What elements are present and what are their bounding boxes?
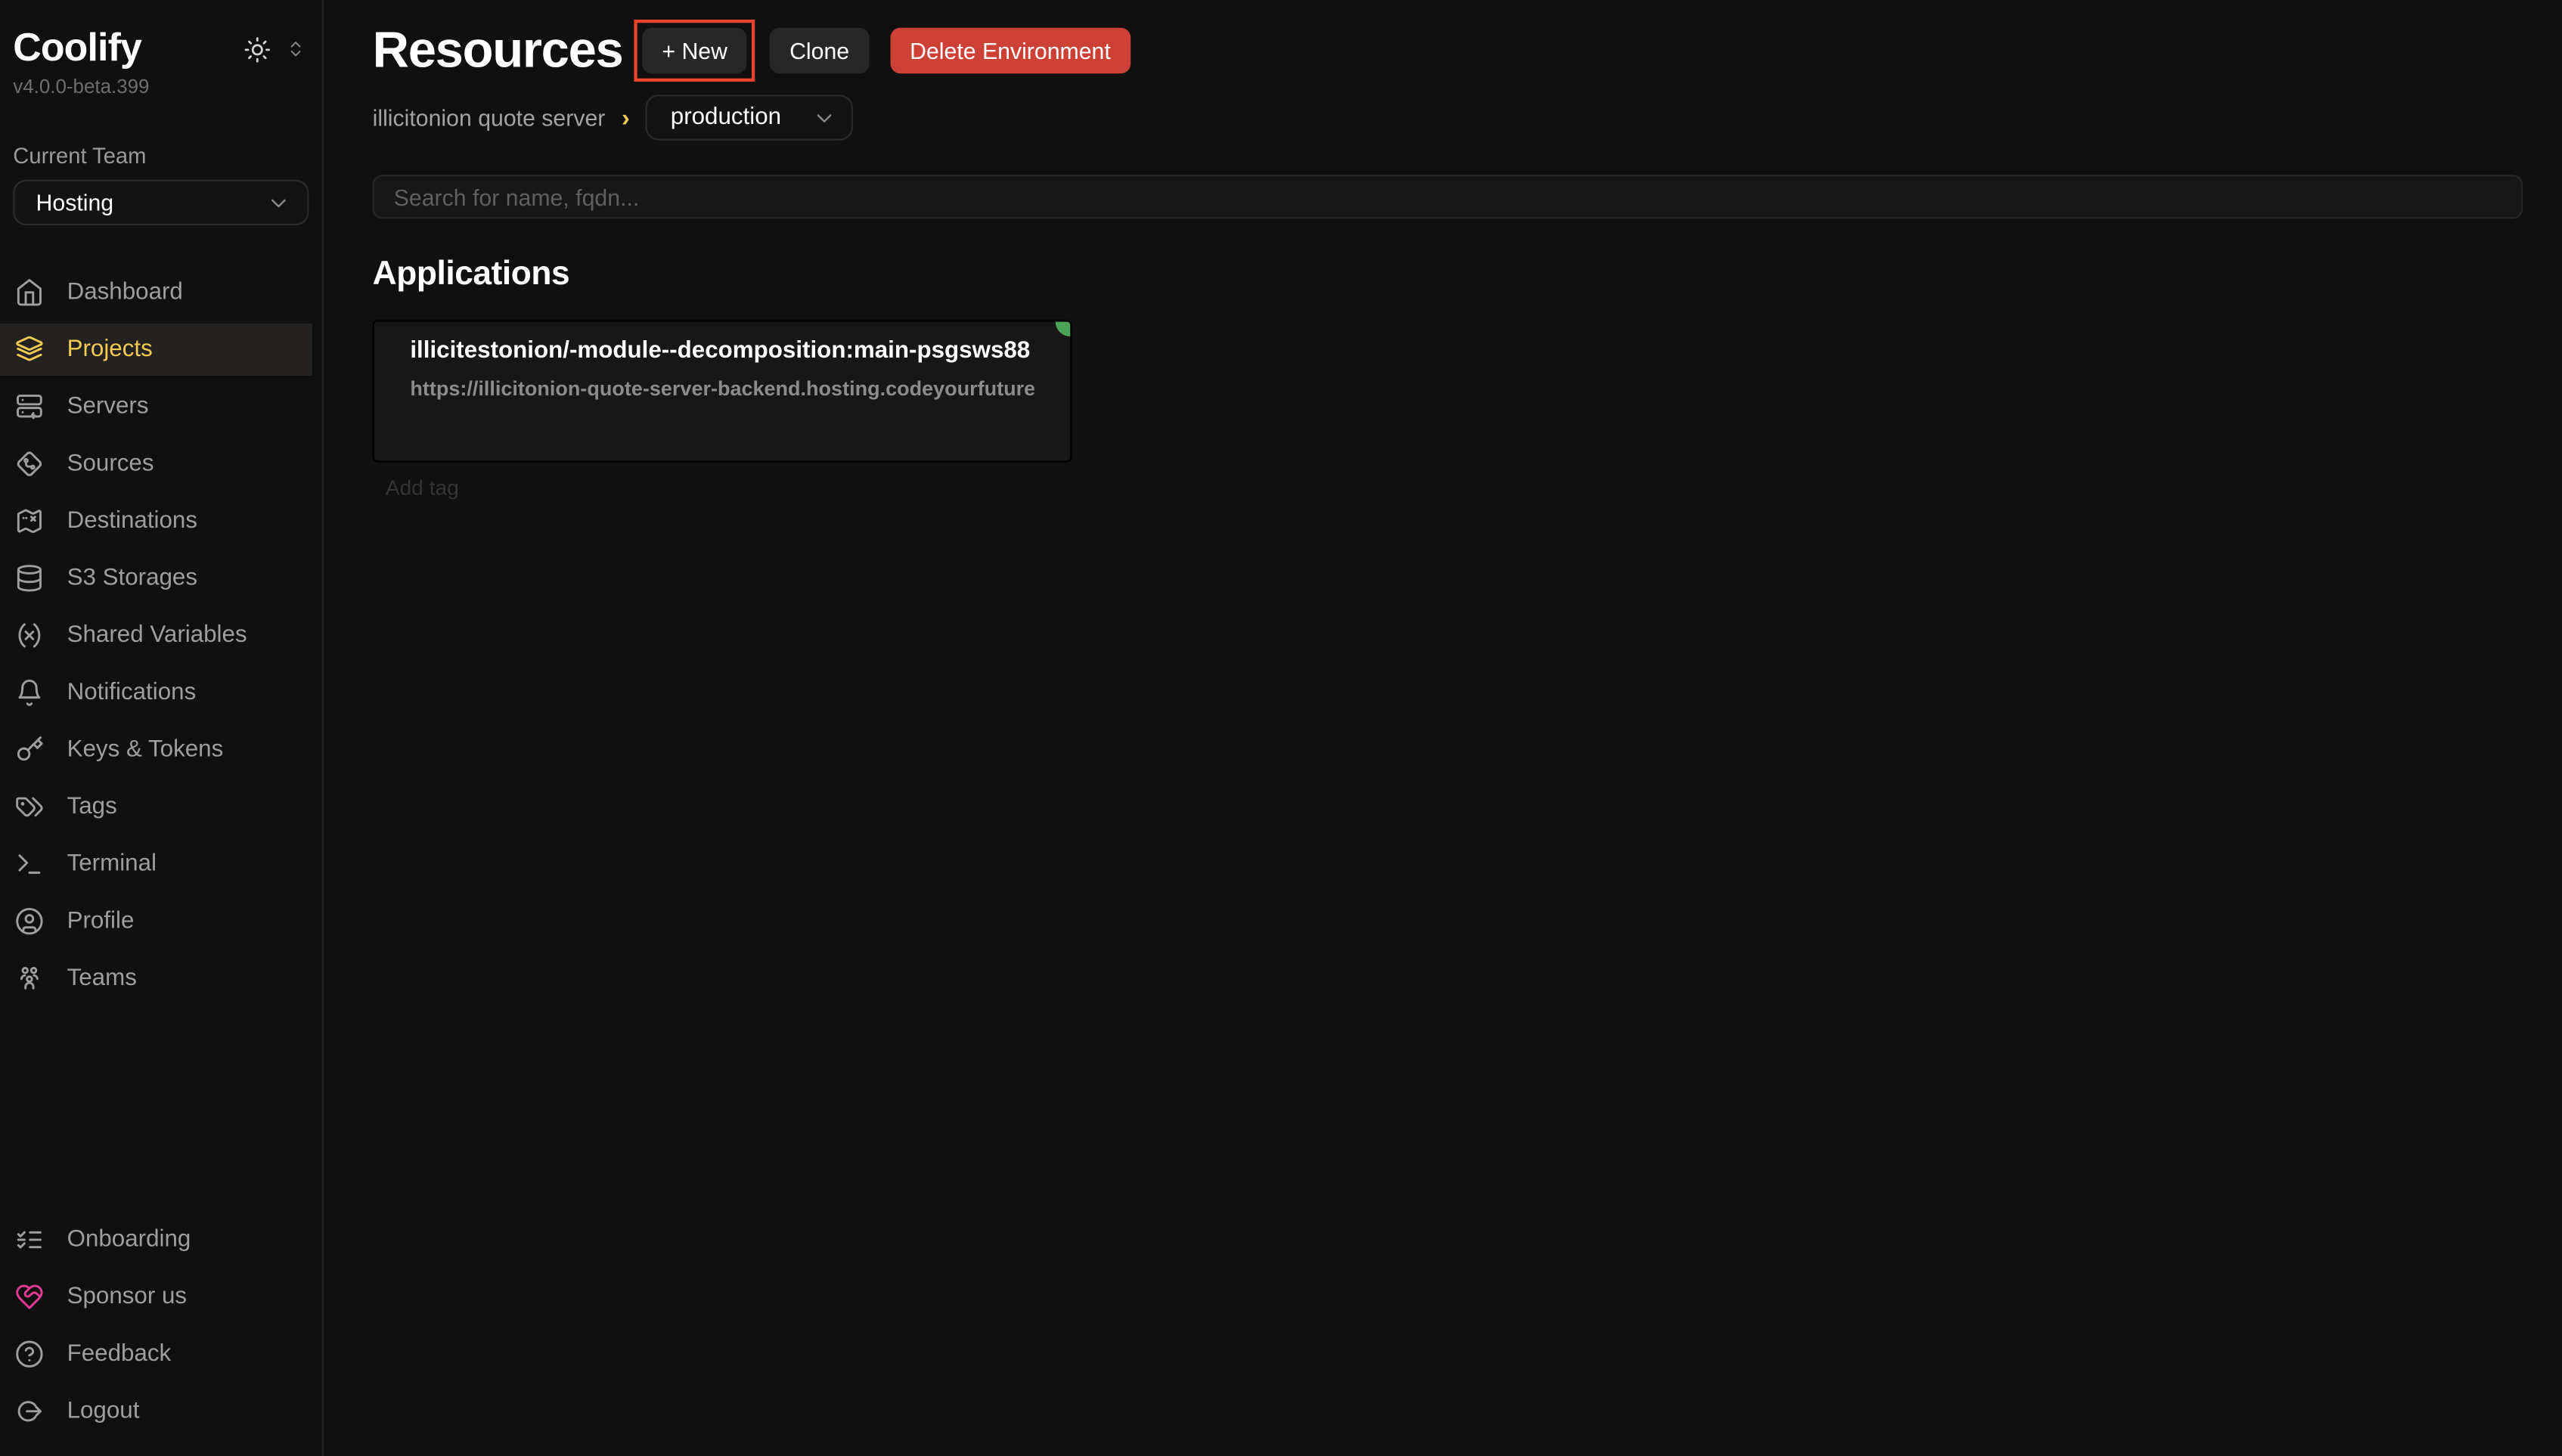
- sidebar-item-shared-variables[interactable]: Shared Variables: [0, 609, 312, 661]
- coolify-app: Coolify v4.0.0-beta.399 Current Team Hos…: [0, 0, 2562, 1456]
- sidebar-item-logout[interactable]: Logout: [0, 1384, 312, 1436]
- sidebar-item-destinations[interactable]: Destinations: [0, 495, 312, 547]
- app-version: v4.0.0-beta.399: [13, 75, 321, 98]
- sidebar-nav: Dashboard Projects Servers Sources Desti…: [0, 266, 322, 1005]
- sidebar-item-feedback[interactable]: Feedback: [0, 1327, 312, 1380]
- add-tag-button[interactable]: Add tag: [386, 476, 459, 500]
- breadcrumb: illicitonion quote server › production: [373, 93, 2523, 142]
- application-card[interactable]: illicitestonion/-module--decomposition:m…: [373, 320, 1072, 462]
- tag-icon: [14, 792, 44, 822]
- user-circle-icon: [14, 906, 44, 936]
- delete-environment-button[interactable]: Delete Environment: [890, 28, 1131, 73]
- sidebar-item-projects[interactable]: Projects: [0, 324, 312, 376]
- search-row: [373, 175, 2523, 218]
- page-title: Resources: [373, 21, 623, 80]
- clone-button[interactable]: Clone: [770, 28, 869, 73]
- users-icon: [14, 964, 44, 993]
- database-icon: [14, 563, 44, 593]
- checklist-icon: [14, 1224, 44, 1253]
- page-header: Resources + New Clone Delete Environment: [373, 17, 2523, 85]
- app-logo-text: Coolify: [13, 29, 141, 69]
- variable-icon: [14, 621, 44, 650]
- new-button[interactable]: + New: [642, 28, 746, 73]
- sidebar-item-sources[interactable]: Sources: [0, 438, 312, 490]
- sidebar-item-sponsor-us[interactable]: Sponsor us: [0, 1270, 312, 1322]
- sidebar-item-onboarding[interactable]: Onboarding: [0, 1213, 312, 1265]
- sidebar-item-s3-storages[interactable]: S3 Storages: [0, 552, 312, 604]
- chevron-down-icon: [266, 191, 290, 215]
- applications-heading: Applications: [373, 255, 2523, 294]
- layers-icon: [14, 335, 44, 364]
- main-content: Resources + New Clone Delete Environment…: [324, 0, 2562, 1456]
- heart-hands-icon: [14, 1281, 44, 1311]
- click-target-highlight: + New: [634, 20, 755, 82]
- sidebar-item-keys-tokens[interactable]: Keys & Tokens: [0, 723, 312, 776]
- search-input[interactable]: [373, 175, 2523, 218]
- bell-icon: [14, 678, 44, 708]
- sidebar-item-servers[interactable]: Servers: [0, 380, 312, 432]
- sidebar-item-profile[interactable]: Profile: [0, 895, 312, 947]
- server-icon: [14, 392, 44, 422]
- logout-icon: [14, 1396, 44, 1425]
- chevrons-up-down-icon[interactable]: [286, 39, 306, 59]
- sidebar-footer: Onboarding Sponsor us Feedback Logout: [0, 1213, 322, 1441]
- terminal-icon: [14, 850, 44, 879]
- application-url: https://illicitonion-quote-server-backen…: [410, 377, 1034, 400]
- home-icon: [14, 277, 44, 307]
- brand-row: Coolify: [0, 0, 322, 69]
- breadcrumb-separator: ›: [622, 104, 630, 132]
- breadcrumb-project[interactable]: illicitonion quote server: [373, 104, 606, 131]
- team-select-value: Hosting: [36, 190, 114, 216]
- map-icon: [14, 507, 44, 536]
- chevron-down-icon: [813, 105, 837, 129]
- git-source-icon: [14, 449, 44, 479]
- key-icon: [14, 735, 44, 764]
- sidebar-item-teams[interactable]: Teams: [0, 953, 312, 1005]
- team-select[interactable]: Hosting: [13, 180, 309, 225]
- status-running-indicator: [1056, 322, 1070, 336]
- sidebar-item-tags[interactable]: Tags: [0, 781, 312, 833]
- environment-select[interactable]: production: [646, 94, 853, 140]
- sidebar: Coolify v4.0.0-beta.399 Current Team Hos…: [0, 0, 324, 1456]
- sidebar-item-dashboard[interactable]: Dashboard: [0, 266, 312, 318]
- current-team-label: Current Team: [13, 144, 321, 168]
- help-circle-icon: [14, 1339, 44, 1368]
- sidebar-item-notifications[interactable]: Notifications: [0, 667, 312, 719]
- theme-toggle-sun-icon[interactable]: [243, 35, 271, 63]
- sidebar-item-terminal[interactable]: Terminal: [0, 838, 312, 890]
- environment-select-value: production: [671, 104, 781, 131]
- application-title: illicitestonion/-module--decomposition:m…: [410, 338, 1031, 364]
